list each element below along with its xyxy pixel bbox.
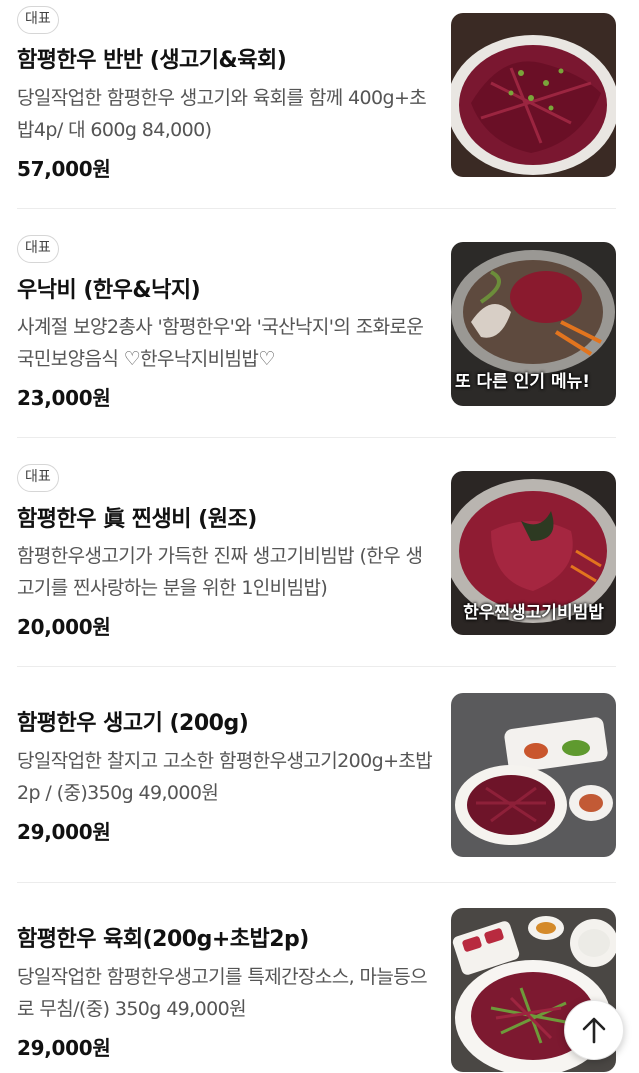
menu-item[interactable]: 대표 우낙비 (한우&낙지) 사계절 보양2총사 '함평한우'와 '국산낙지'의… xyxy=(17,209,616,438)
menu-item[interactable]: 대표 함평한우 眞 찐생비 (원조) 함평한우생고기가 가득한 진짜 생고기비빔… xyxy=(17,438,616,667)
menu-item[interactable]: 함평한우 육회(200g+초밥2p) 당일작업한 함평한우생고기를 특제간장소스… xyxy=(17,883,616,1073)
menu-item-name: 우낙비 (한우&낙지) xyxy=(17,278,201,303)
menu-item[interactable]: 함평한우 생고기 (200g) 당일작업한 찰지고 고소한 함평한우생고기200… xyxy=(17,667,616,883)
menu-item-price: 20,000원 xyxy=(17,615,111,639)
menu-item-image: 또 다른 인기 메뉴! xyxy=(451,242,616,406)
scroll-to-top-button[interactable] xyxy=(564,1000,624,1060)
menu-item-price: 29,000원 xyxy=(17,1036,111,1060)
menu-item-description: 당일작업한 함평한우 생고기와 육회를 함께 400g+초밥4p/ 대 600g… xyxy=(17,87,427,141)
menu-item[interactable]: 대표 함평한우 반반 (생고기&육회) 당일작업한 함평한우 생고기와 육회를 … xyxy=(17,0,616,209)
menu-item-name: 함평한우 생고기 (200g) xyxy=(17,711,249,736)
menu-item-description: 당일작업한 찰지고 고소한 함평한우생고기200g+초밥2p / (중)350g… xyxy=(17,750,433,804)
menu-item-name: 함평한우 반반 (생고기&육회) xyxy=(17,48,287,73)
menu-item-description: 사계절 보양2총사 '함평한우'와 '국산낙지'의 조화로운 국민보양음식 ♡한… xyxy=(17,316,424,370)
image-overlay-text: 한우찐생고기비빔밥 xyxy=(463,603,604,623)
image-overlay-text: 또 다른 인기 메뉴! xyxy=(455,372,590,392)
menu-item-name: 함평한우 眞 찐생비 (원조) xyxy=(17,507,257,532)
menu-item-image xyxy=(451,13,616,177)
menu-item-description: 함평한우생고기가 가득한 진짜 생고기비빔밥 (한우 생고기를 찐사랑하는 분을… xyxy=(17,545,423,599)
menu-item-price: 23,000원 xyxy=(17,386,111,410)
arrow-up-icon xyxy=(581,1016,607,1044)
signature-badge: 대표 xyxy=(17,235,59,263)
signature-badge: 대표 xyxy=(17,464,59,492)
menu-item-description: 당일작업한 함평한우생고기를 특제간장소스, 마늘등으로 무침/(중) 350g… xyxy=(17,966,428,1020)
signature-badge: 대표 xyxy=(17,6,59,34)
menu-item-image xyxy=(451,693,616,857)
menu-item-price: 29,000원 xyxy=(17,820,111,844)
menu-item-image: 한우찐생고기비빔밥 xyxy=(451,471,616,635)
menu-item-price: 57,000원 xyxy=(17,157,111,181)
menu-item-name: 함평한우 육회(200g+초밥2p) xyxy=(17,927,309,952)
